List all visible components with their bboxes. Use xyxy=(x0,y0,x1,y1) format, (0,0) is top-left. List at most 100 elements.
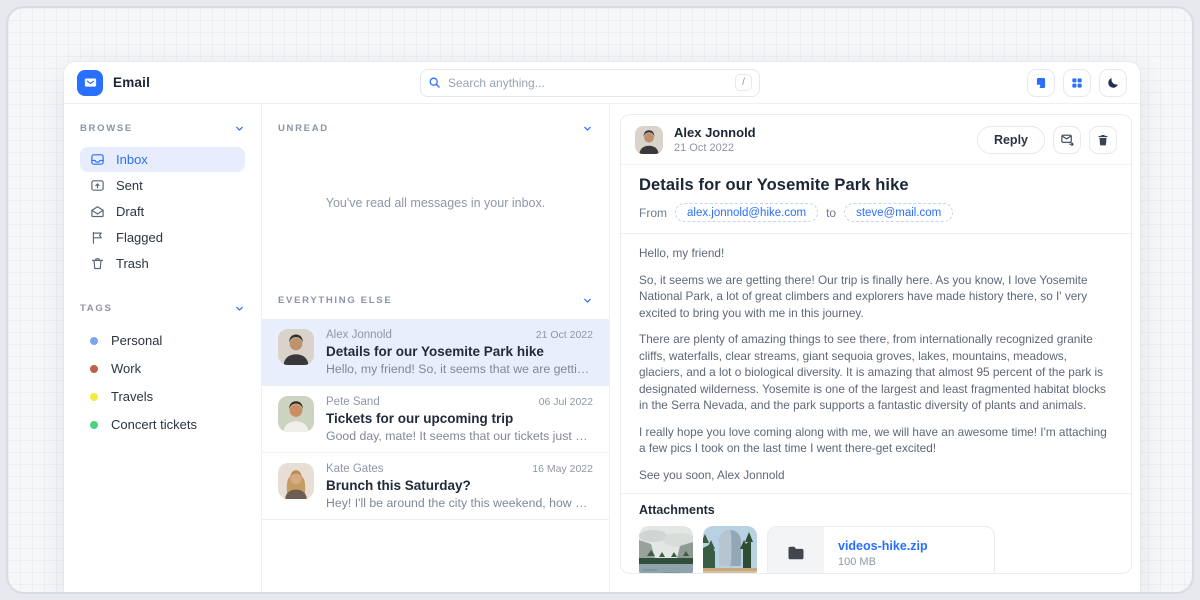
attachments-row: videos-hike.zip 100 MB xyxy=(639,526,1113,574)
email-list-item[interactable]: Alex Jonnold 21 Oct 2022 Details for our… xyxy=(262,319,609,386)
flag-icon xyxy=(90,230,105,245)
browse-label: BROWSE xyxy=(80,123,133,134)
sidebar-item-sent[interactable]: Sent xyxy=(80,173,245,198)
everything-else-section-header: EVERYTHING ELSE xyxy=(262,276,609,319)
app-title: Email xyxy=(113,75,150,90)
file-size: 100 MB xyxy=(838,556,928,568)
avatar xyxy=(278,329,314,365)
delete-email-button[interactable] xyxy=(1089,126,1117,154)
tags-list: Personal Work Travels Concert ticke xyxy=(80,327,245,438)
trash-icon xyxy=(1096,133,1110,147)
body-paragraph: I really hope you love coming along with… xyxy=(639,424,1113,457)
reply-button[interactable]: Reply xyxy=(977,126,1045,154)
file-name-link[interactable]: videos-hike.zip xyxy=(838,539,928,553)
email-list-item[interactable]: Pete Sand 06 Jul 2022 Tickets for our up… xyxy=(262,386,609,453)
unread-section-header: UNREAD xyxy=(262,104,609,134)
from-to-row: From alex.jonnold@hike.com to steve@mail… xyxy=(639,203,1113,222)
apps-grid-button[interactable] xyxy=(1063,69,1091,97)
email-detail-card: Alex Jonnold 21 Oct 2022 Reply xyxy=(620,114,1132,574)
tag-item-work[interactable]: Work xyxy=(80,355,245,382)
unread-collapse-chevron-icon[interactable] xyxy=(582,123,593,134)
reading-pane: Alex Jonnold 21 Oct 2022 Reply xyxy=(610,104,1140,594)
page-background: Email / xyxy=(6,6,1194,594)
tags-section-header: TAGS xyxy=(80,303,245,314)
file-info: videos-hike.zip 100 MB xyxy=(824,527,942,574)
tag-label: Concert tickets xyxy=(111,417,197,432)
email-date: 16 May 2022 xyxy=(532,463,593,475)
tag-item-concert-tickets[interactable]: Concert tickets xyxy=(80,411,245,438)
sidebar-item-inbox[interactable]: Inbox xyxy=(80,147,245,172)
forward-email-button[interactable] xyxy=(1053,126,1081,154)
attachment-photo-half-dome[interactable] xyxy=(703,526,757,574)
tag-dot-concert-tickets xyxy=(90,421,98,429)
sidebar-item-label: Inbox xyxy=(116,152,148,167)
tags-label: TAGS xyxy=(80,303,112,314)
search-input[interactable] xyxy=(448,76,728,90)
detail-subject-block: Details for our Yosemite Park hike From … xyxy=(621,165,1131,233)
search-bar[interactable]: / xyxy=(420,69,760,97)
attachment-photo-valley[interactable] xyxy=(639,526,693,574)
app-header: Email / xyxy=(64,62,1140,104)
email-sender: Alex Jonnold xyxy=(326,329,392,341)
file-icon-area xyxy=(768,527,824,574)
sidebar-item-label: Draft xyxy=(116,204,144,219)
email-subject: Tickets for our upcoming trip xyxy=(326,411,593,426)
tag-dot-travels xyxy=(90,393,98,401)
detail-subject: Details for our Yosemite Park hike xyxy=(639,176,1113,195)
dark-mode-button[interactable] xyxy=(1099,69,1127,97)
email-subject: Brunch this Saturday? xyxy=(326,478,593,493)
sidebar-item-draft[interactable]: Draft xyxy=(80,199,245,224)
sidebar-item-label: Flagged xyxy=(116,230,163,245)
everything-else-collapse-chevron-icon[interactable] xyxy=(582,295,593,306)
email-summary: Alex Jonnold 21 Oct 2022 Details for our… xyxy=(326,329,593,376)
tag-dot-work xyxy=(90,365,98,373)
tag-label: Travels xyxy=(111,389,153,404)
attachment-file-card[interactable]: videos-hike.zip 100 MB xyxy=(767,526,995,574)
sidebar-item-label: Trash xyxy=(116,256,149,271)
email-preview: Hello, my friend! So, it seems that we a… xyxy=(326,362,593,376)
from-label: From xyxy=(639,206,667,220)
email-list-item[interactable]: Kate Gates 16 May 2022 Brunch this Satur… xyxy=(262,453,609,520)
folder-nav: Inbox Sent Draft xyxy=(80,147,245,276)
moon-icon xyxy=(1106,76,1120,90)
detail-actions: Reply xyxy=(977,126,1117,154)
envelope-logo-icon xyxy=(83,75,98,90)
email-sender: Pete Sand xyxy=(326,396,380,408)
envelope-forward-icon xyxy=(1060,132,1075,147)
app-logo xyxy=(77,70,103,96)
email-date: 06 Jul 2022 xyxy=(539,396,593,408)
detail-header: Alex Jonnold 21 Oct 2022 Reply xyxy=(621,115,1131,164)
avatar xyxy=(635,126,663,154)
body-paragraph: Hello, my friend! xyxy=(639,245,1113,262)
tag-label: Work xyxy=(111,361,141,376)
main-area: BROWSE Inbox xyxy=(64,104,1140,594)
draft-envelope-icon xyxy=(90,204,105,219)
email-preview: Good day, mate! It seems that our ticket… xyxy=(326,429,593,443)
sidebar-item-flagged[interactable]: Flagged xyxy=(80,225,245,250)
grid-icon xyxy=(1070,76,1084,90)
message-list-column: UNREAD You've read all messages in your … xyxy=(262,104,610,594)
email-body: Hello, my friend! So, it seems we are ge… xyxy=(621,234,1131,483)
attachments-section: Attachments xyxy=(621,494,1131,574)
to-email-chip[interactable]: steve@mail.com xyxy=(844,203,953,222)
browse-section-header: BROWSE xyxy=(80,123,245,134)
unread-section: UNREAD You've read all messages in your … xyxy=(262,104,609,276)
body-paragraph: See you soon, Alex Jonnold xyxy=(639,467,1113,484)
sidebar-item-label: Sent xyxy=(116,178,143,193)
email-app-window: Email / xyxy=(64,62,1140,594)
everything-else-label: EVERYTHING ELSE xyxy=(278,295,392,306)
sent-icon xyxy=(90,178,105,193)
tag-item-personal[interactable]: Personal xyxy=(80,327,245,354)
body-paragraph: There are plenty of amazing things to se… xyxy=(639,331,1113,414)
browse-collapse-chevron-icon[interactable] xyxy=(234,123,245,134)
tags-collapse-chevron-icon[interactable] xyxy=(234,303,245,314)
search-shortcut-key: / xyxy=(735,74,752,91)
from-email-chip[interactable]: alex.jonnold@hike.com xyxy=(675,203,818,222)
notebook-button[interactable] xyxy=(1027,69,1055,97)
attachments-label: Attachments xyxy=(639,503,1113,517)
email-sender: Kate Gates xyxy=(326,463,384,475)
sidebar-item-trash[interactable]: Trash xyxy=(80,251,245,276)
notebook-icon xyxy=(1034,76,1048,90)
tag-label: Personal xyxy=(111,333,162,348)
tag-item-travels[interactable]: Travels xyxy=(80,383,245,410)
